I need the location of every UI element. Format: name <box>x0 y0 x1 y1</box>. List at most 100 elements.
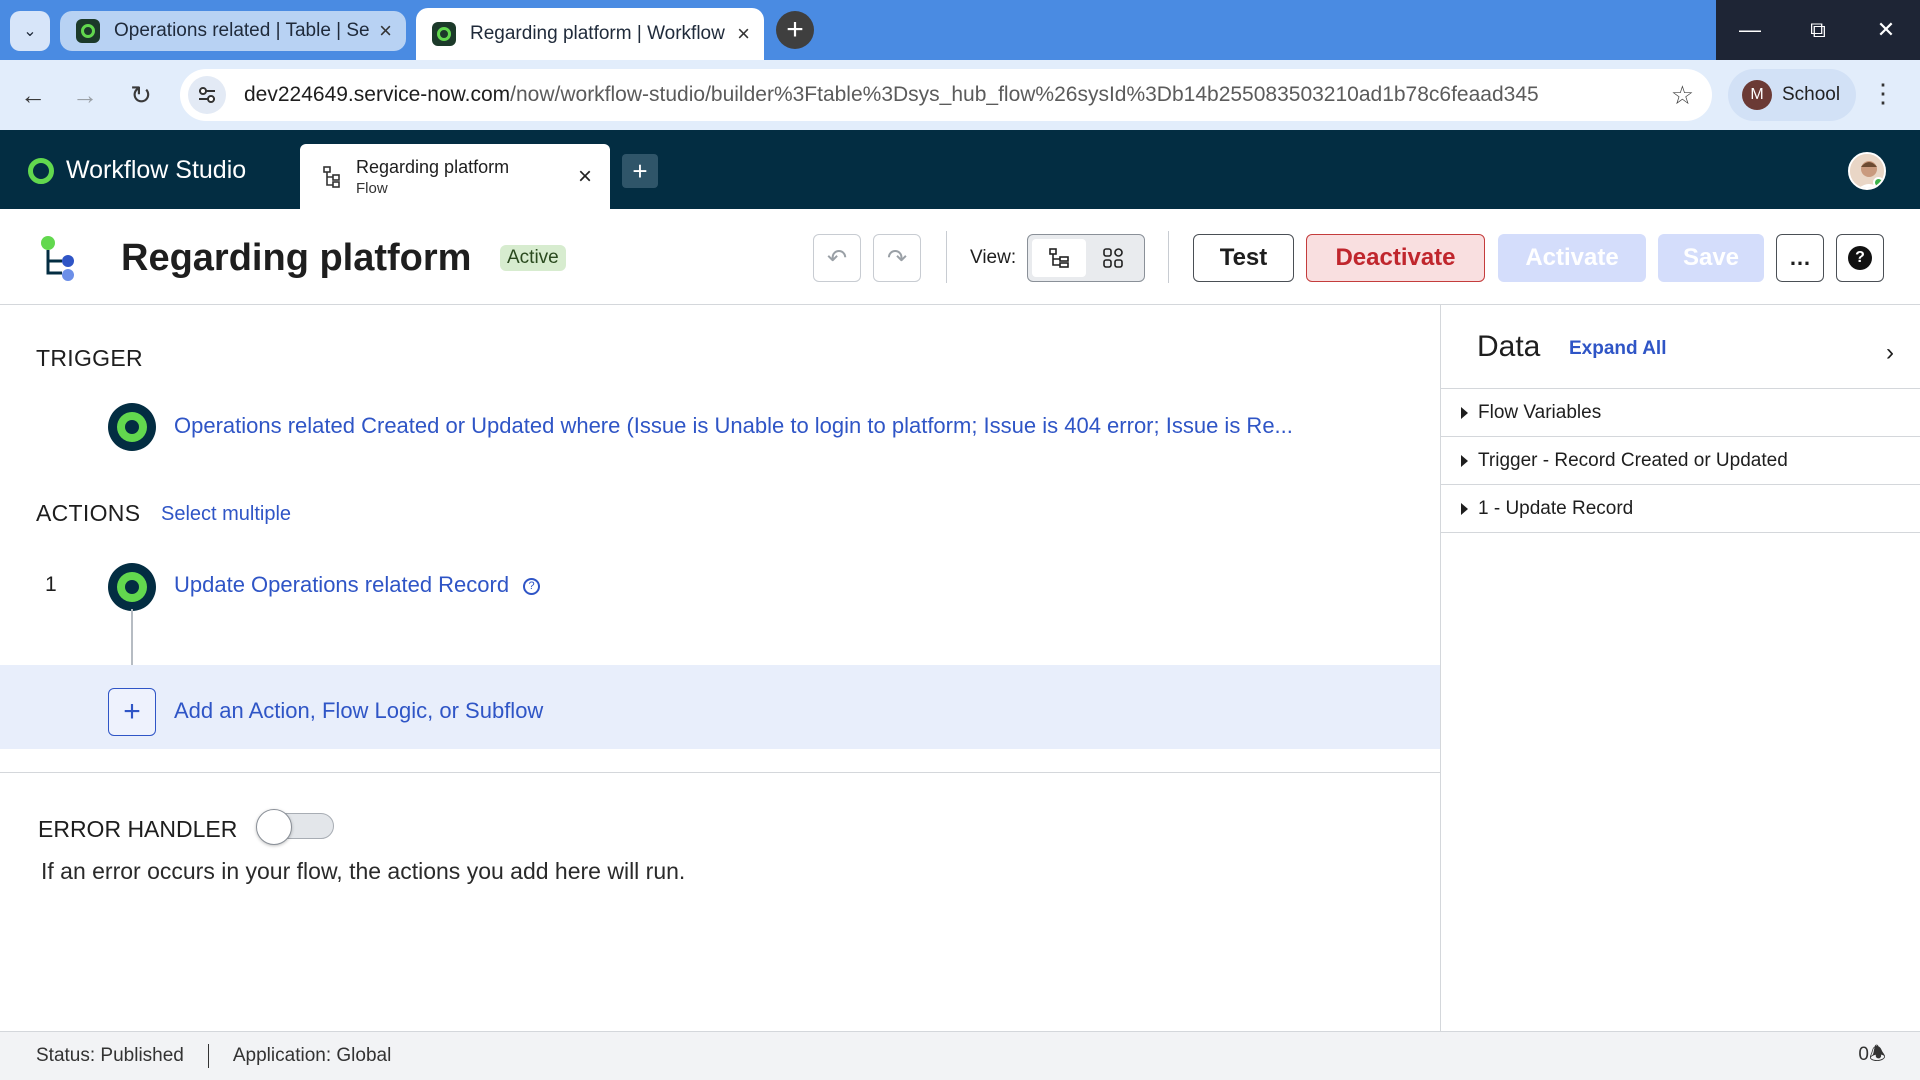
publish-status: Status: Published <box>36 1045 184 1066</box>
notifications-button[interactable]: 0🕭 <box>1858 1040 1886 1072</box>
caret-right-icon <box>1461 406 1468 419</box>
window-controls: — ⧉ ✕ <box>1716 0 1920 60</box>
caret-right-icon <box>1461 502 1468 515</box>
address-bar[interactable]: dev224649.service-now.com/now/workflow-s… <box>180 69 1712 121</box>
error-handler-description: If an error occurs in your flow, the act… <box>41 858 686 884</box>
error-handler-toggle[interactable] <box>256 809 334 845</box>
close-workspace-tab-icon[interactable]: × <box>578 163 592 191</box>
status-badge: Active <box>500 245 566 271</box>
url-host: dev224649.service-now.com <box>244 83 511 106</box>
browser-menu-icon[interactable]: ⋮ <box>1870 78 1896 109</box>
flow-canvas: TRIGGER Operations related Created or Up… <box>0 305 1440 1031</box>
test-button[interactable]: Test <box>1193 234 1294 282</box>
restore-icon[interactable]: ⧉ <box>1784 0 1852 60</box>
application-scope: Application: Global <box>232 1045 392 1066</box>
undo-button[interactable]: ↶ <box>813 234 861 282</box>
data-pill-list: Flow Variables Trigger - Record Created … <box>1441 388 1920 533</box>
profile-avatar: M <box>1742 80 1772 110</box>
site-info-icon[interactable] <box>188 76 226 114</box>
flow-title-bar: Regarding platform Active ↶ ↷ View: Test… <box>0 209 1920 305</box>
view-label: View: <box>970 247 1017 268</box>
action-node-icon <box>108 563 156 611</box>
profile-button[interactable]: M School <box>1728 69 1856 121</box>
action-help-icon[interactable]: ? <box>523 577 541 595</box>
add-action-row[interactable]: + Add an Action, Flow Logic, or Subflow <box>0 665 1440 749</box>
new-tab-button[interactable]: + <box>776 11 814 49</box>
browser-tab-operations[interactable]: Operations related | Table | Serv × <box>60 11 406 51</box>
data-item-flow-variables[interactable]: Flow Variables <box>1441 389 1920 437</box>
status-divider <box>207 1044 209 1068</box>
browser-tab-regarding-platform[interactable]: Regarding platform | Workflow × <box>416 8 764 60</box>
view-toggle[interactable] <box>1027 234 1145 282</box>
section-divider <box>0 772 1440 773</box>
trigger-node-icon <box>108 403 156 451</box>
add-workspace-tab-button[interactable]: + <box>622 154 658 188</box>
browser-tab-title: Regarding platform | Workflow <box>470 23 725 44</box>
servicenow-favicon-icon <box>76 19 100 43</box>
redo-button[interactable]: ↷ <box>873 234 921 282</box>
notification-count: 0 <box>1858 1044 1869 1065</box>
collapse-panel-chevron-icon[interactable]: › <box>1886 339 1894 367</box>
browser-tabstrip: ⌄ Operations related | Table | Serv × Re… <box>0 0 1920 60</box>
error-handler-heading: ERROR HANDLER <box>38 816 238 842</box>
select-multiple-link[interactable]: Select multiple <box>161 503 291 526</box>
deactivate-button[interactable]: Deactivate <box>1306 234 1485 282</box>
servicenow-favicon-icon <box>432 22 456 46</box>
activate-button[interactable]: Activate <box>1498 234 1646 282</box>
actions-heading: ACTIONS <box>36 500 141 526</box>
workspace-tab-subtitle: Flow <box>356 179 388 197</box>
toolbar-divider <box>1168 231 1169 283</box>
action-row[interactable]: Update Operations related Record? <box>174 572 541 598</box>
expand-all-link[interactable]: Expand All <box>1569 338 1666 360</box>
action-number: 1 <box>45 573 57 596</box>
url-path: /now/workflow-studio/builder%3Ftable%3Ds… <box>510 83 1539 106</box>
workflow-studio-brand[interactable]: Workflow Studio <box>28 156 246 185</box>
bookmark-star-icon[interactable]: ☆ <box>1671 80 1694 111</box>
data-item-label: Trigger - Record Created or Updated <box>1478 449 1788 471</box>
more-actions-button[interactable]: … <box>1776 234 1824 282</box>
close-tab-icon[interactable]: × <box>737 21 750 47</box>
workspace-tab-title: Regarding platform <box>356 156 510 177</box>
data-item-label: Flow Variables <box>1478 401 1602 423</box>
toggle-knob <box>256 809 292 845</box>
add-action-button[interactable]: + <box>108 688 156 736</box>
app-header: Workflow Studio Regarding platform Flow … <box>0 130 1920 209</box>
data-item-update-record[interactable]: 1 - Update Record <box>1441 485 1920 533</box>
minimize-icon[interactable]: — <box>1716 0 1784 60</box>
forward-arrow-icon[interactable]: → <box>66 76 104 114</box>
flow-icon <box>41 236 74 281</box>
trigger-heading: TRIGGER <box>36 345 143 371</box>
add-action-link[interactable]: Add an Action, Flow Logic, or Subflow <box>174 698 543 724</box>
chevron-down-icon: ⌄ <box>23 23 37 40</box>
data-panel-title: Data <box>1477 330 1541 363</box>
browser-tab-title: Operations related | Table | Serv <box>114 20 370 41</box>
list-view-icon[interactable] <box>1032 239 1086 277</box>
data-item-trigger[interactable]: Trigger - Record Created or Updated <box>1441 437 1920 485</box>
url-text: dev224649.service-now.com/now/workflow-s… <box>244 83 1539 107</box>
online-status-dot <box>1873 177 1884 188</box>
status-bar: Status: Published Application: Global 0🕭 <box>0 1031 1920 1080</box>
tab-search-button[interactable]: ⌄ <box>10 11 50 51</box>
help-icon: ? <box>1848 246 1872 270</box>
browser-toolbar: ← → ↻ dev224649.service-now.com/now/work… <box>0 60 1920 130</box>
bell-icon: 🕭 <box>1868 1044 1886 1065</box>
reload-icon[interactable]: ↻ <box>122 76 160 114</box>
save-button[interactable]: Save <box>1658 234 1764 282</box>
flow-title: Regarding platform <box>121 237 472 279</box>
workspace-tab-flow[interactable]: Regarding platform Flow × <box>300 144 610 209</box>
close-tab-icon[interactable]: × <box>379 18 392 44</box>
flow-tree-icon <box>323 165 340 188</box>
undo-icon: ↶ <box>826 244 848 272</box>
action-link[interactable]: Update Operations related Record <box>174 572 509 597</box>
help-button[interactable]: ? <box>1836 234 1884 282</box>
close-window-icon[interactable]: ✕ <box>1852 0 1920 60</box>
user-avatar[interactable] <box>1848 152 1886 190</box>
brand-label: Workflow Studio <box>66 156 247 184</box>
diagram-view-icon[interactable] <box>1086 239 1140 277</box>
redo-icon: ↷ <box>886 244 908 272</box>
toolbar-divider <box>946 231 947 283</box>
caret-right-icon <box>1461 454 1468 467</box>
trigger-link[interactable]: Operations related Created or Updated wh… <box>174 413 1293 439</box>
back-arrow-icon[interactable]: ← <box>14 76 52 114</box>
servicenow-logo-icon <box>28 157 54 184</box>
